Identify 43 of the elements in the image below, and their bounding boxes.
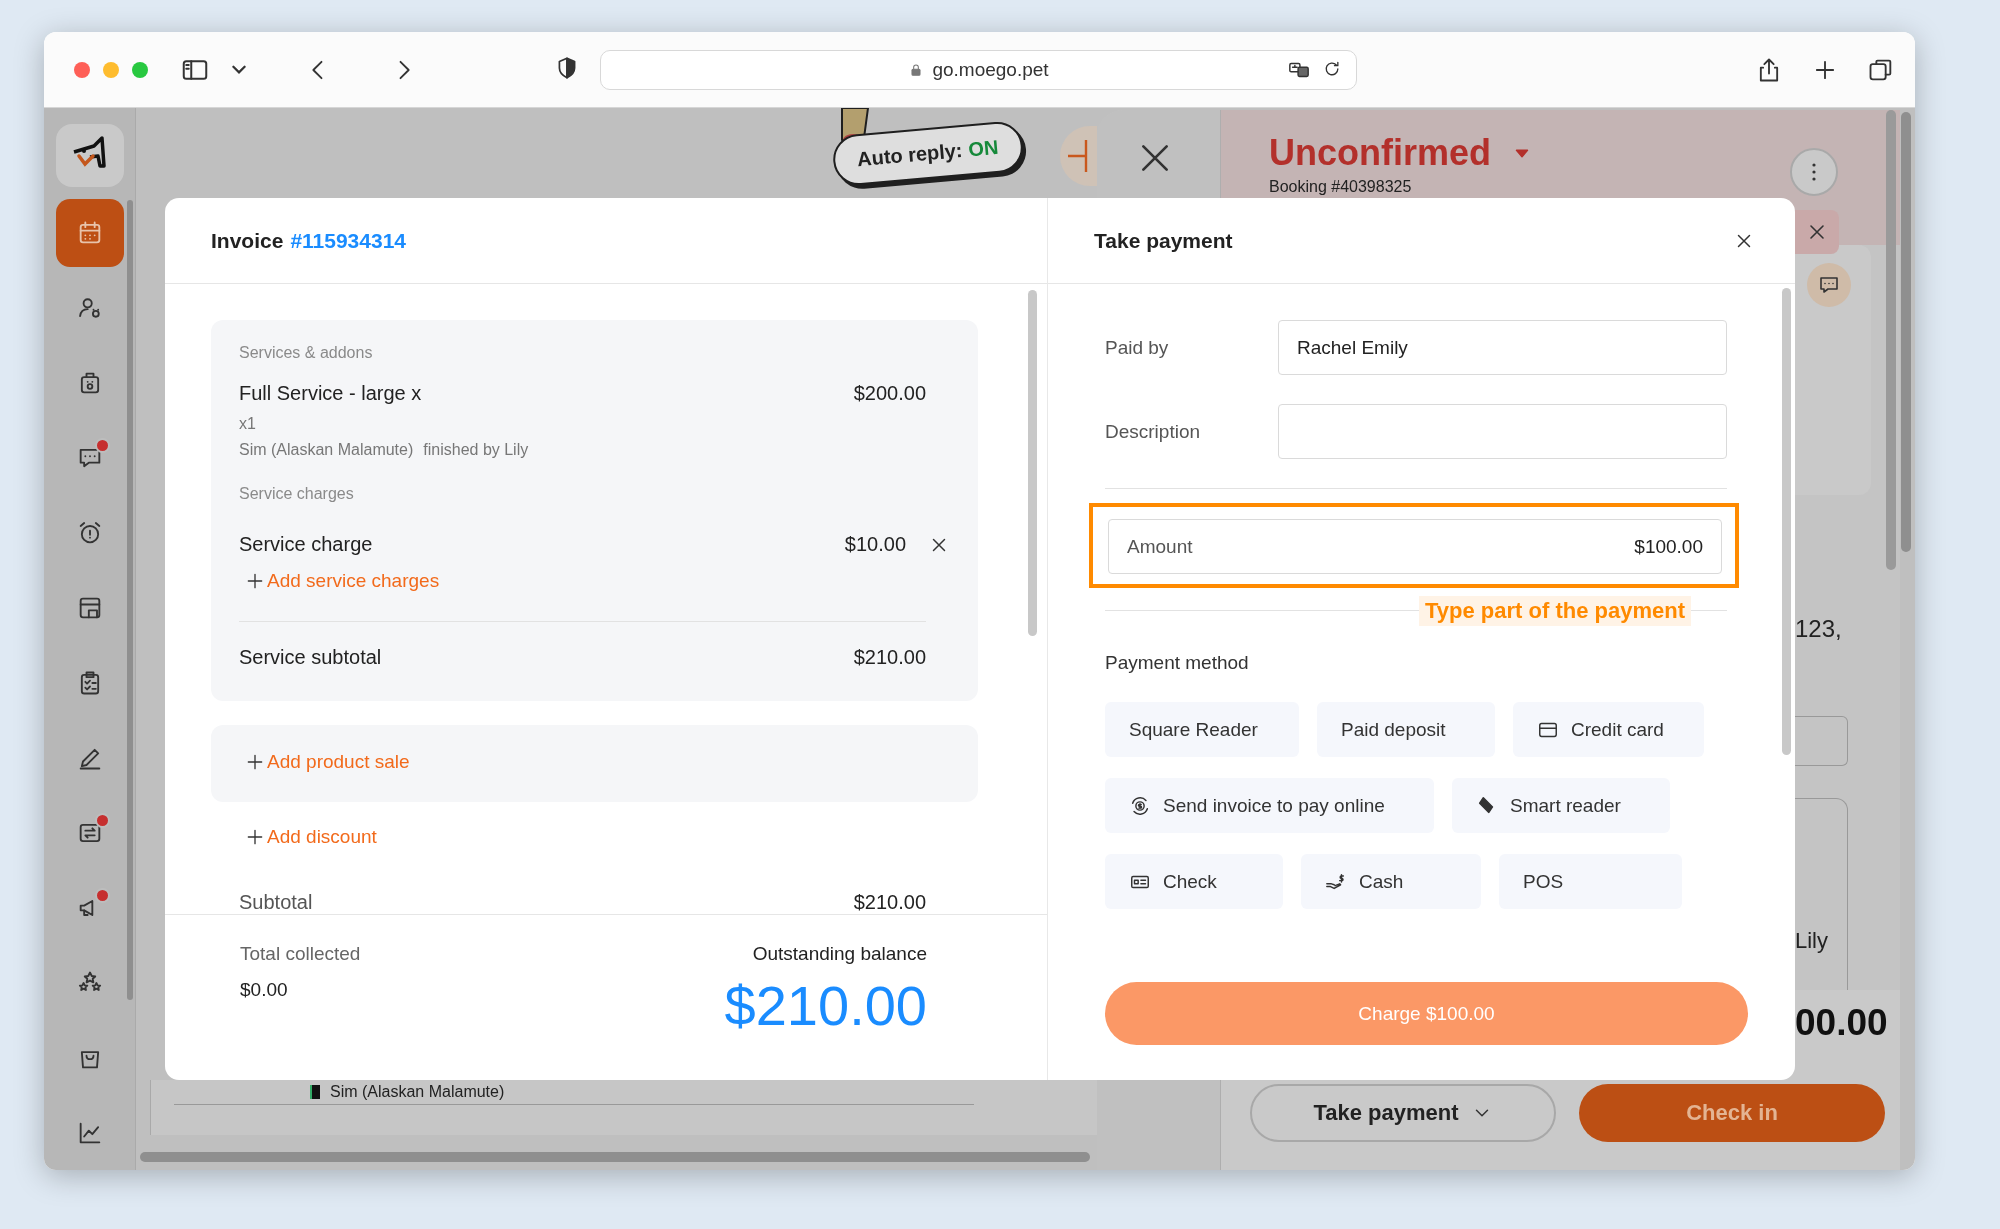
service-price: $200.00 <box>853 382 926 405</box>
status-title: Unconfirmed <box>1269 132 1491 174</box>
section-heading: Services & addons <box>239 344 374 362</box>
panel-title: Take payment <box>1094 228 1233 253</box>
subtotal-value: $210.00 <box>853 891 926 914</box>
quantity-text: x1 <box>239 415 257 433</box>
payment-method-button[interactable]: Credit card <box>1513 702 1704 757</box>
field-label: Paid by <box>1105 336 1170 359</box>
field-label: Description <box>1105 420 1202 443</box>
address-bar[interactable]: go.moego.pet <box>600 50 1357 90</box>
amount-field[interactable]: Amount $100.00 <box>1108 519 1722 574</box>
total-collected-value: $0.00 <box>240 979 289 1001</box>
address-text: 123, <box>1795 615 1842 643</box>
total-collected-label: Total collected <box>240 943 361 965</box>
staff-text: Lily <box>1795 928 1828 954</box>
service-name: Full Service - large x <box>239 382 422 405</box>
payment-method-button[interactable]: Cash <box>1301 854 1481 909</box>
input-field[interactable]: Rachel Emily <box>1278 320 1727 375</box>
charge-name: Service charge <box>239 533 373 556</box>
charge-price: $10.00 <box>844 533 906 556</box>
staff-text: finished by Lily <box>423 441 529 459</box>
payment-method-button[interactable]: Paid deposit <box>1317 702 1495 757</box>
payment-method-button[interactable]: Send invoice to pay online <box>1105 778 1434 833</box>
booking-number: Booking #40398325 <box>1269 178 1412 196</box>
payment-method-button[interactable]: Check <box>1105 854 1283 909</box>
payment-method-button[interactable]: Smart reader <box>1452 778 1670 833</box>
section-heading: Service charges <box>239 485 355 503</box>
subtotal-label: Service subtotal <box>239 646 382 669</box>
outstanding-amount: $210.00 <box>724 973 927 1038</box>
auto-reply-badge[interactable]: Auto reply: ON <box>831 119 1025 188</box>
take-payment-button[interactable]: Take payment <box>1250 1084 1556 1142</box>
invoice-title: Invoice <box>211 228 284 253</box>
annotation-text: Type part of the payment <box>1419 596 1691 626</box>
section-heading: Payment method <box>1105 652 1250 674</box>
subtotal-label: Subtotal <box>239 891 313 914</box>
total-amount: 00.00 <box>1795 1002 1888 1044</box>
payment-method-button[interactable]: Square Reader <box>1105 702 1299 757</box>
outstanding-label: Outstanding balance <box>751 943 927 965</box>
subtotal-value: $210.00 <box>853 646 926 669</box>
pet-name: Sim (Alaskan Malamute) <box>239 441 414 459</box>
payment-method-button[interactable]: POS <box>1499 854 1682 909</box>
pet-name: Sim (Alaskan Malamute) <box>330 1083 505 1101</box>
url-text: go.moego.pet <box>932 59 1049 81</box>
